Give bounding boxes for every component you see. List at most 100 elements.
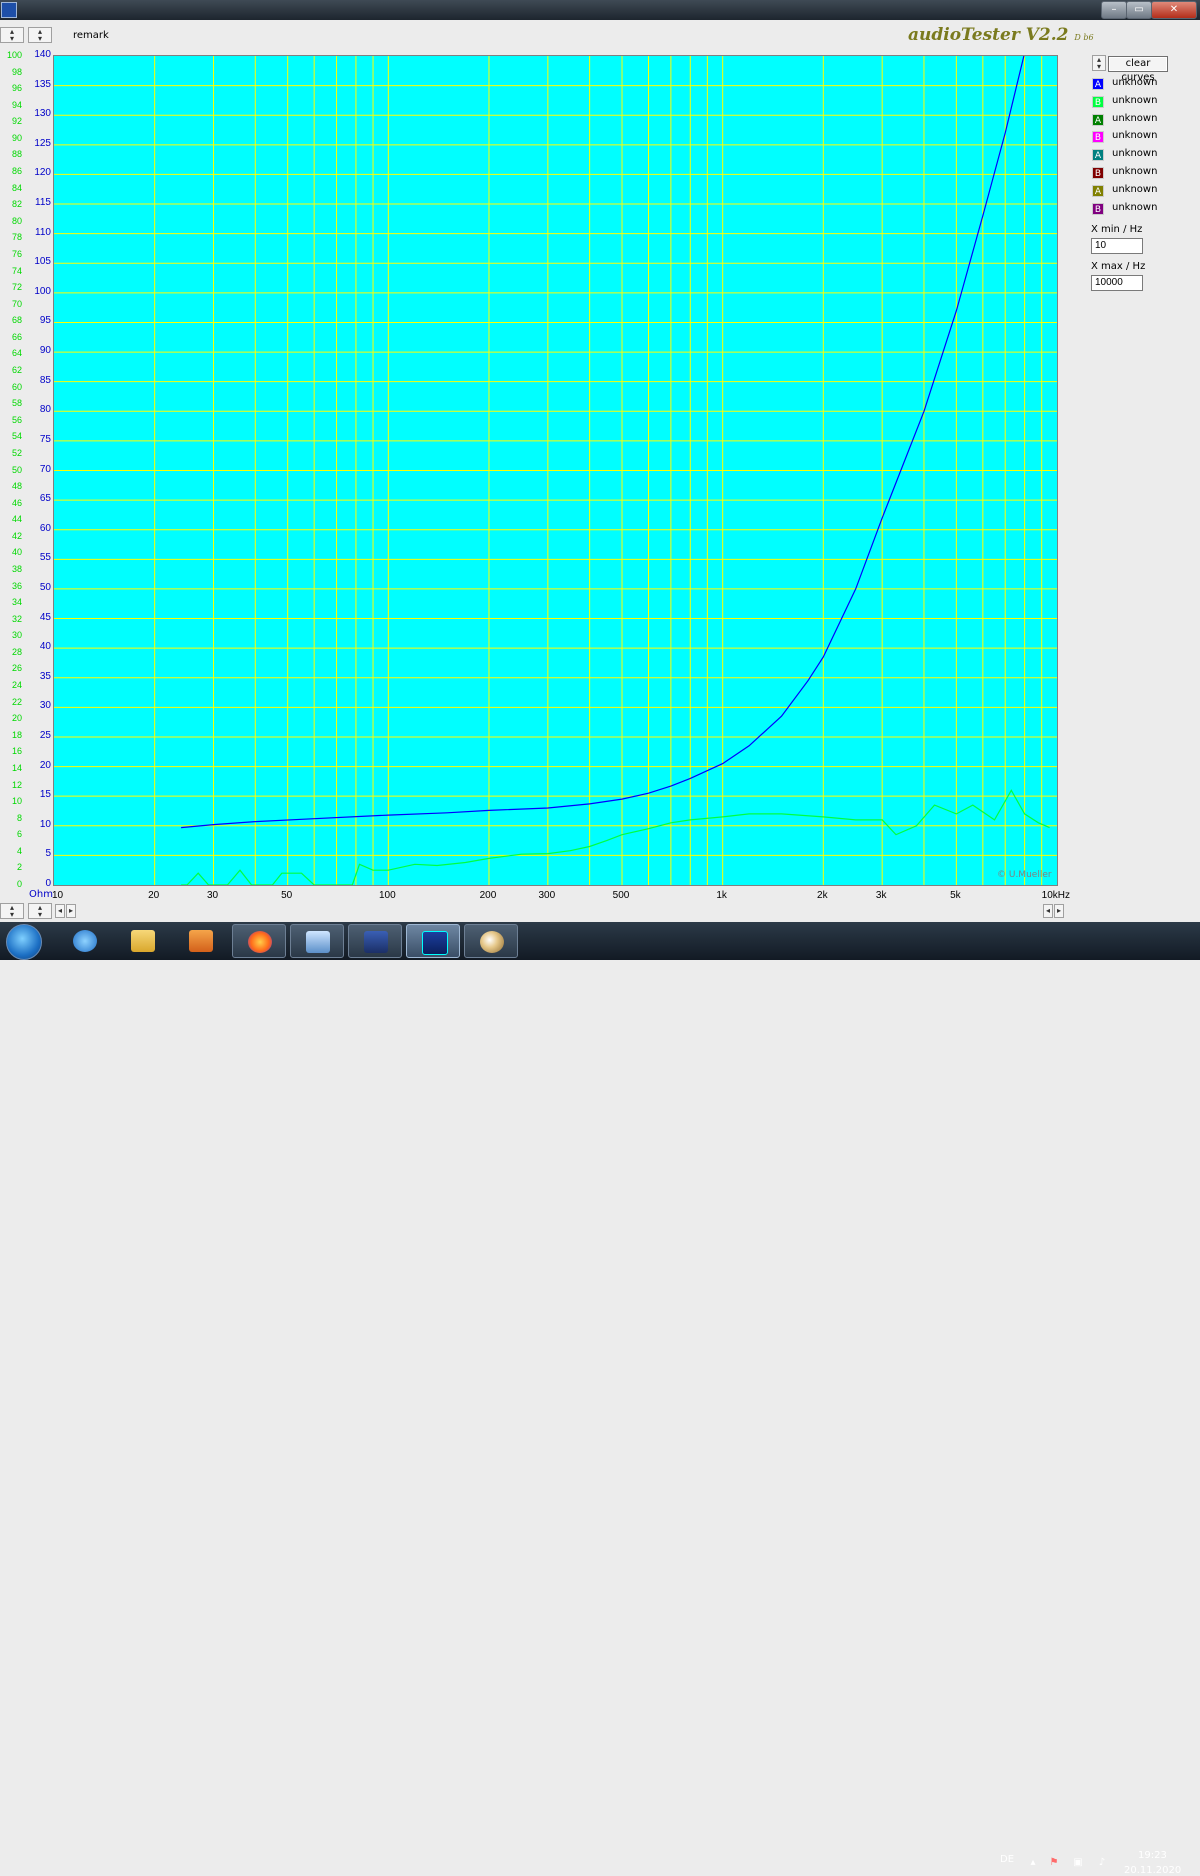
windows-start-orb-icon[interactable] [6,924,42,960]
media-player-icon[interactable] [174,924,228,958]
legend-label: unknown [1112,166,1158,177]
x-tick-label: 300 [538,890,556,901]
network-icon[interactable]: ▣ [1072,1857,1084,1869]
y-right-tick-label: 25 [39,729,51,741]
legend-swatch[interactable]: B [1092,95,1104,108]
series-line-2 [181,789,1050,885]
y-right-tick-label: 10 [39,818,51,830]
legend-label: unknown [1112,130,1158,142]
y-left-tick-label: 14 [11,762,22,773]
y-left-tick-label: 12 [11,779,22,790]
x-tick-label: 50 [281,890,293,901]
plot-area[interactable] [53,55,1058,886]
y-left-tick-label: 50 [11,464,22,475]
y-left-tick-label: 80 [11,215,22,226]
internet-explorer-icon[interactable] [58,924,112,958]
close-button[interactable]: ✕ [1151,1,1197,19]
y-left-tick-label: 82 [11,199,22,210]
volume-icon[interactable]: ♪ [1096,1857,1108,1869]
legend-swatch[interactable]: B [1092,131,1104,144]
y-left-tick-label: 18 [11,729,22,740]
clear-curves-button[interactable]: clear curves [1108,56,1168,83]
y-left-tick-label: 58 [11,398,22,409]
spin-button-1[interactable]: ▴ ▾ [0,27,24,43]
x-tick-label: 200 [479,890,497,901]
y-right-tick-label: 60 [39,522,51,534]
x-max-label: X max / Hz [1091,261,1146,272]
action-center-icon[interactable]: ⚑ [1048,1857,1060,1869]
y-left-tick-label: 78 [11,232,22,243]
x-min-field[interactable]: 10 [1091,238,1143,254]
audiotester-icon[interactable] [406,924,460,958]
y-right-tick-label: 105 [34,256,51,268]
x-tick-label: 10 [52,890,64,901]
legend-swatch[interactable]: A [1092,78,1104,90]
tray-expand-icon[interactable]: ▴ [1027,1857,1039,1869]
taskbar: DE ▴ ⚑ ▣ ♪ 19:23 20.11.2020 [0,922,1200,1876]
app-client-area: ▴ ▾ ▴ ▾ remark audioTester V2.2 D b6 © U.M… [0,20,1200,922]
bottom-spin-2[interactable]: ▴ ▾ [28,903,52,919]
clock-date[interactable]: 20.11.2020 [1124,1865,1181,1876]
file-explorer-icon[interactable] [116,924,170,958]
y-left-tick-label: 84 [11,182,22,193]
paint-icon[interactable] [464,924,518,958]
y-left-tick-label: 38 [11,563,22,574]
y-left-tick-label: 6 [16,829,22,840]
app-icon[interactable] [1,2,17,18]
y-left-tick-label: 68 [11,315,22,326]
scroll-left-button-right[interactable]: ◂ [1043,904,1053,918]
remark-label[interactable]: remark [73,30,109,41]
y-right-tick-label: 120 [34,167,51,179]
minimize-button[interactable]: – [1101,1,1127,19]
y-right-tick-label: 100 [34,285,51,297]
scroll-right-button-right[interactable]: ▸ [1054,904,1064,918]
y-right-tick-label: 115 [35,197,51,209]
spin-button-2[interactable]: ▴ ▾ [28,27,52,43]
legend-label: unknown [1112,112,1158,124]
y-left-tick-label: 48 [11,481,22,492]
legend-swatch[interactable]: B [1092,167,1104,179]
y-left-tick-label: 32 [11,613,22,624]
y-left-tick-label: 40 [11,547,22,558]
y-right-tick-label: 30 [39,700,51,712]
legend-swatch[interactable]: A [1092,149,1104,162]
impedance-chart [54,56,1057,885]
y-left-tick-label: 0 [16,879,22,889]
legend-swatch[interactable]: B [1092,202,1104,215]
y-right-tick-label: 40 [39,641,51,653]
bottom-spin-1[interactable]: ▴ ▾ [0,903,24,919]
x-max-field[interactable]: 10000 [1091,275,1143,291]
y-left-tick-label: 10 [11,796,22,807]
y-left-tick-label: 4 [16,845,22,856]
x-tick-label: 20 [148,890,160,901]
scroll-right-button[interactable]: ▸ [66,904,76,918]
y-left-tick-label: 30 [11,630,22,641]
window-titlebar[interactable]: – ▭ ✕ [0,0,1200,20]
legend-scroll-spin[interactable]: ▴ ▾ [1092,55,1106,71]
firefox-icon[interactable] [232,924,286,958]
y-left-tick-label: 22 [11,696,22,707]
y-left-tick-label: 36 [11,580,22,591]
tray-language[interactable]: DE [1000,1854,1014,1865]
legend-swatch[interactable]: A [1092,113,1104,126]
y-left-tick-label: 86 [11,166,22,177]
y-right-tick-label: 20 [39,759,51,771]
y-right-tick-label: 95 [39,315,51,327]
y-left-tick-label: 20 [11,713,22,724]
y-right-tick-label: 110 [35,226,51,238]
y-right-tick-label: 85 [39,374,51,386]
y-left-tick-label: 64 [11,348,22,359]
legend-label: unknown [1112,77,1158,88]
x-tick-label: 500 [612,890,630,901]
maximize-button[interactable]: ▭ [1126,1,1152,19]
y-left-tick-label: 42 [11,530,22,541]
app-icon[interactable] [348,924,402,958]
scroll-left-button[interactable]: ◂ [55,904,65,918]
image-viewer-icon[interactable] [290,924,344,958]
legend-swatch[interactable]: A [1092,184,1104,197]
clock-time[interactable]: 19:23 [1138,1850,1167,1861]
y-right-tick-label: 0 [45,878,51,889]
x-tick-label: 5k [950,890,961,901]
y-right-tick-label: 50 [39,581,51,593]
y-right-tick-label: 15 [39,789,51,801]
